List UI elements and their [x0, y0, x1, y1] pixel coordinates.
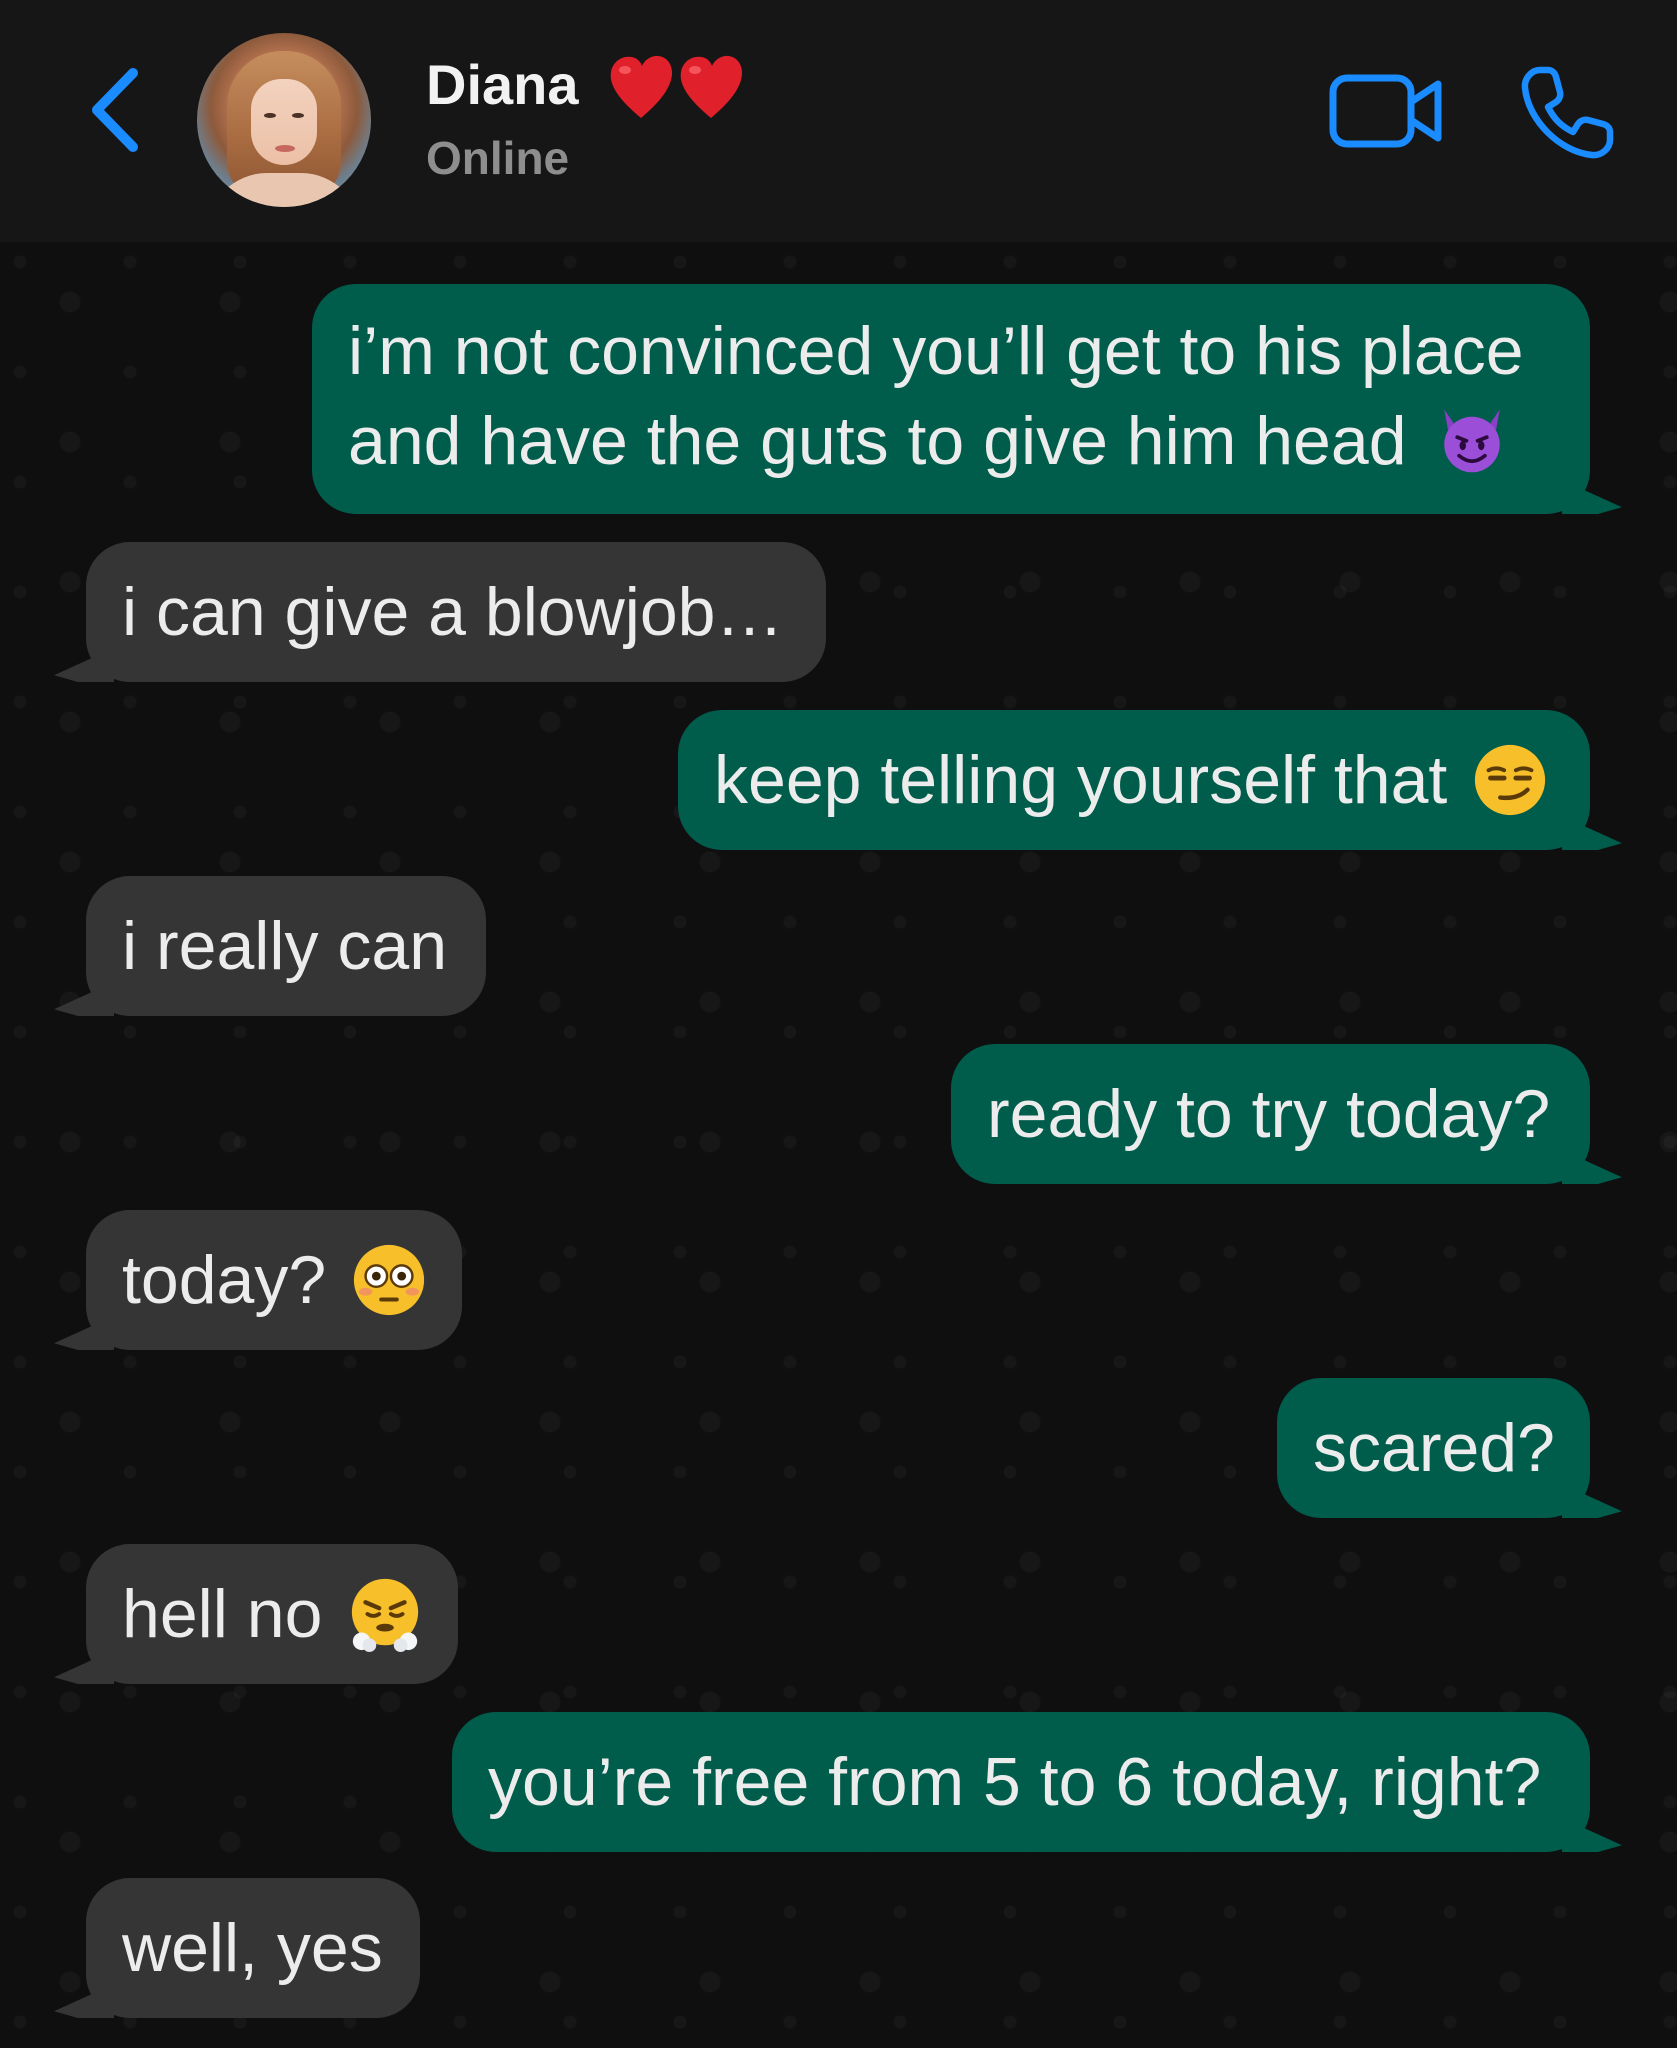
- incoming-message[interactable]: i really can: [86, 876, 486, 1016]
- video-call-button[interactable]: [1328, 66, 1446, 156]
- message-text: hell no: [122, 1576, 323, 1652]
- outgoing-message[interactable]: scared?: [1277, 1378, 1590, 1518]
- flushed-face-emoji: [354, 1244, 425, 1316]
- presence-status: Online: [426, 132, 570, 184]
- incoming-message[interactable]: i can give a blowjob…: [86, 542, 826, 682]
- message-list[interactable]: i’m not convinced you’ll get to his plac…: [0, 242, 1677, 2048]
- video-camera-icon: [1329, 74, 1442, 148]
- avatar-lips: [275, 145, 295, 152]
- outgoing-message[interactable]: you’re free from 5 to 6 today, right?: [452, 1712, 1590, 1852]
- face-with-steam-emoji: [352, 1578, 419, 1653]
- incoming-message[interactable]: hell no: [86, 1544, 458, 1684]
- red-hearts-icon: [610, 55, 743, 118]
- contact-name[interactable]: Diana: [426, 52, 579, 118]
- back-button[interactable]: [70, 60, 160, 160]
- incoming-message[interactable]: today?: [86, 1210, 462, 1350]
- message-text: keep telling yourself that: [714, 742, 1448, 818]
- outgoing-message[interactable]: keep telling yourself that: [678, 710, 1590, 850]
- incoming-message[interactable]: well, yes: [86, 1878, 420, 2018]
- smirking-face-emoji: [1475, 744, 1546, 816]
- message-text: ready to try today?: [987, 1076, 1551, 1152]
- voice-call-button[interactable]: [1518, 62, 1618, 162]
- message-text: you’re free from 5 to 6 today, right?: [488, 1744, 1542, 1820]
- chat-header: Diana Online: [0, 0, 1677, 242]
- avatar[interactable]: [197, 33, 371, 207]
- message-text: today?: [122, 1242, 327, 1318]
- phone-icon: [1521, 66, 1614, 159]
- message-text: i’m not convinced you’ll get to his plac…: [348, 313, 1524, 479]
- avatar-eye-left: [264, 113, 276, 118]
- message-text: well, yes: [122, 1910, 383, 1986]
- outgoing-message[interactable]: i’m not convinced you’ll get to his plac…: [312, 284, 1590, 514]
- message-text: i can give a blowjob…: [122, 574, 784, 650]
- chat-screen: Diana Online i’m not convinced you’ll ge…: [0, 0, 1677, 2048]
- chevron-left-icon: [92, 68, 138, 152]
- outgoing-message[interactable]: ready to try today?: [951, 1044, 1590, 1184]
- avatar-face: [251, 79, 317, 165]
- avatar-eye-right: [292, 113, 304, 118]
- smiling-devil-emoji: [1444, 409, 1501, 473]
- message-text: scared?: [1313, 1410, 1555, 1486]
- message-text: i really can: [122, 908, 448, 984]
